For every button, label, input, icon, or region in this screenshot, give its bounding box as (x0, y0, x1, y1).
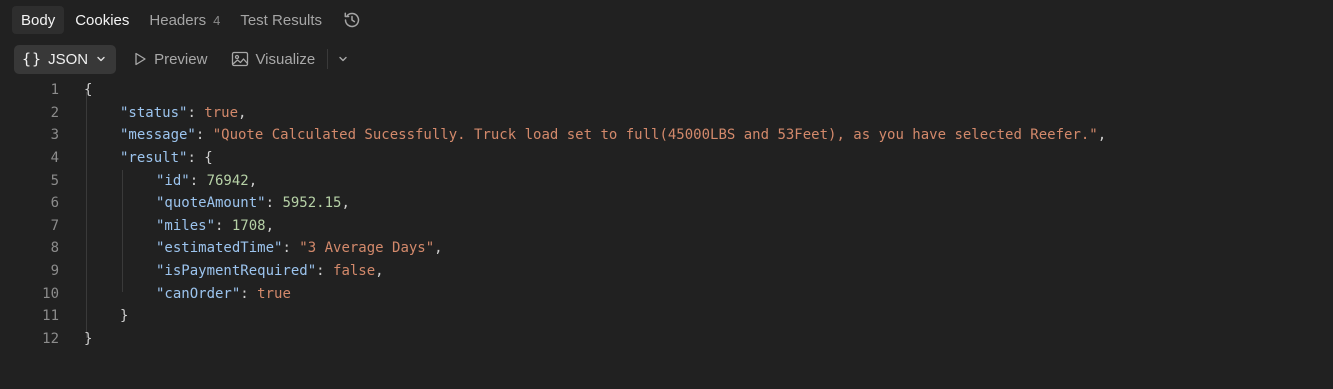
code-line: 3 "message": "Quote Calculated Sucessful… (0, 124, 1333, 147)
line-number: 6 (50, 195, 59, 212)
code-line: 6 "quoteAmount": 5952.15, (0, 192, 1333, 215)
code-line: 10 "canOrder": true (0, 282, 1333, 305)
headers-count-badge: 4 (213, 12, 221, 28)
json-value: true (257, 285, 291, 302)
line-number: 11 (42, 308, 59, 325)
json-key: "estimatedTime" (156, 240, 283, 257)
json-key: "canOrder" (156, 285, 241, 302)
tab-headers[interactable]: Headers 4 (140, 6, 229, 34)
history-icon (344, 12, 360, 28)
line-number: 1 (50, 82, 59, 99)
format-select[interactable]: {} JSON (14, 44, 117, 74)
code-text: } (120, 308, 129, 325)
code-line: 12 } (0, 328, 1333, 351)
json-key: "result" (120, 150, 188, 167)
json-value: 1708 (231, 217, 266, 234)
response-tabs: Body Cookies Headers 4 Test Results (12, 5, 365, 35)
response-body-editor[interactable]: 1 { 2 "status": true, 3 "message": "Quot… (0, 79, 1333, 350)
response-toolbar: {} JSON Preview Visualize (14, 44, 354, 74)
json-key: "message" (120, 127, 196, 144)
play-triangle-icon (135, 52, 146, 66)
code-line: 4 "result": { (0, 147, 1333, 170)
line-number: 10 (42, 285, 59, 302)
line-number: 8 (50, 240, 59, 257)
json-value: true (204, 104, 239, 121)
code-line: 9 "isPaymentRequired": false, (0, 260, 1333, 283)
line-number: 7 (50, 217, 59, 234)
preview-button[interactable]: Preview (124, 45, 215, 74)
json-value: "3 Average Days" (299, 240, 435, 257)
json-value: 76942 (206, 172, 249, 189)
chevron-down-icon (97, 56, 105, 62)
code-line: 8 "estimatedTime": "3 Average Days", (0, 237, 1333, 260)
json-value: 5952.15 (282, 195, 342, 212)
tab-body[interactable]: Body (12, 6, 65, 34)
json-value: "Quote Calculated Sucessfully. Truck loa… (212, 127, 1098, 144)
json-key: "miles" (156, 217, 216, 234)
json-key: "isPaymentRequired" (156, 263, 317, 280)
tab-cookies[interactable]: Cookies (66, 6, 138, 34)
history-button[interactable] (339, 7, 365, 33)
code-line: 5 "id": 76942, (0, 169, 1333, 192)
line-number: 2 (50, 104, 59, 121)
tab-headers-label: Headers (149, 11, 207, 29)
format-select-label: JSON (48, 50, 89, 68)
code-line: 11 } (0, 305, 1333, 328)
json-key: "quoteAmount" (156, 195, 266, 212)
json-value: { (204, 150, 213, 167)
line-number: 3 (50, 127, 59, 144)
code-text: { (84, 82, 93, 99)
code-line: 1 { (0, 79, 1333, 102)
chevron-down-icon (339, 56, 347, 62)
tab-body-label: Body (21, 11, 56, 29)
visualize-label: Visualize (255, 50, 316, 68)
line-number: 4 (50, 150, 59, 167)
line-number: 9 (50, 263, 59, 280)
json-key: "id" (156, 172, 190, 189)
code-line: 2 "status": true, (0, 102, 1333, 125)
image-icon (232, 51, 249, 67)
tab-test-results-label: Test Results (240, 11, 323, 29)
line-number: 5 (50, 172, 59, 189)
preview-label: Preview (154, 50, 208, 68)
code-text: } (84, 330, 93, 347)
tab-test-results[interactable]: Test Results (231, 6, 331, 34)
json-key: "status" (120, 104, 188, 121)
visualize-button[interactable]: Visualize (223, 45, 323, 74)
visualize-options-button[interactable] (332, 45, 354, 74)
json-value: false (333, 263, 376, 280)
code-line: 7 "miles": 1708, (0, 215, 1333, 238)
braces-icon: {} (22, 50, 43, 68)
line-number: 12 (42, 330, 59, 347)
toolbar-divider (327, 49, 329, 69)
tab-cookies-label: Cookies (75, 11, 130, 29)
